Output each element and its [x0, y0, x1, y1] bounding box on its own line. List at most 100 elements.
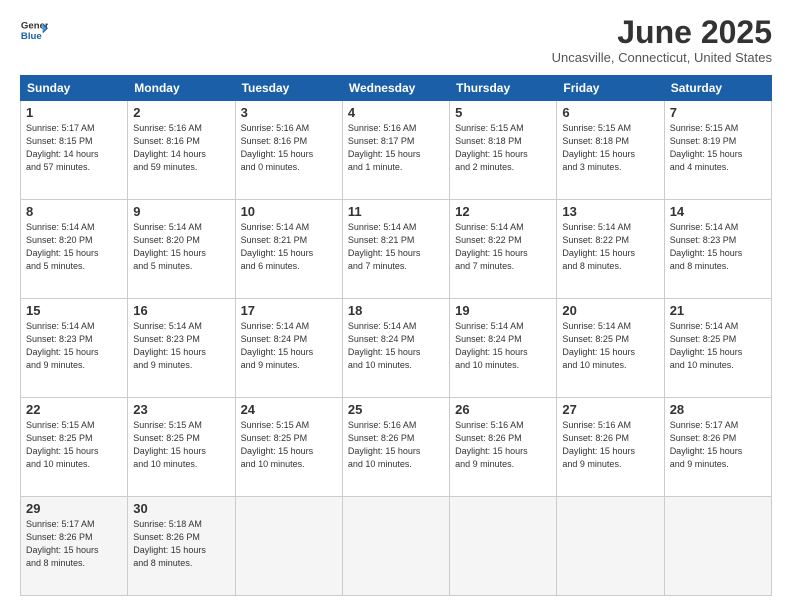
col-tuesday: Tuesday — [235, 76, 342, 101]
day-number: 9 — [133, 204, 229, 219]
table-row: 30 Sunrise: 5:18 AMSunset: 8:26 PMDayligh… — [128, 497, 235, 596]
calendar-week-5: 29 Sunrise: 5:17 AMSunset: 8:26 PMDayligh… — [21, 497, 772, 596]
location-title: Uncasville, Connecticut, United States — [552, 50, 772, 65]
col-monday: Monday — [128, 76, 235, 101]
day-info: Sunrise: 5:14 AMSunset: 8:23 PMDaylight:… — [670, 222, 743, 271]
table-row: 6 Sunrise: 5:15 AMSunset: 8:18 PMDaylight… — [557, 101, 664, 200]
table-row: 26Sunrise: 5:16 AMSunset: 8:26 PMDayligh… — [450, 398, 557, 497]
table-row: 19Sunrise: 5:14 AMSunset: 8:24 PMDayligh… — [450, 299, 557, 398]
table-row — [450, 497, 557, 596]
day-info: Sunrise: 5:15 AMSunset: 8:18 PMDaylight:… — [455, 123, 528, 172]
table-row: 27 Sunrise: 5:16 AMSunset: 8:26 PMDayligh… — [557, 398, 664, 497]
day-number: 3 — [241, 105, 337, 120]
day-info: Sunrise: 5:14 AMSunset: 8:24 PMDaylight:… — [241, 321, 314, 370]
calendar-week-1: 1 Sunrise: 5:17 AMSunset: 8:15 PMDaylight… — [21, 101, 772, 200]
table-row: 24 Sunrise: 5:15 AMSunset: 8:25 PMDayligh… — [235, 398, 342, 497]
day-info: Sunrise: 5:16 AMSunset: 8:26 PMDaylight:… — [562, 420, 635, 469]
table-row: 11Sunrise: 5:14 AMSunset: 8:21 PMDayligh… — [342, 200, 449, 299]
day-info: Sunrise: 5:15 AMSunset: 8:18 PMDaylight:… — [562, 123, 635, 172]
day-info: Sunrise: 5:16 AMSunset: 8:17 PMDaylight:… — [348, 123, 421, 172]
day-number: 18 — [348, 303, 444, 318]
day-info: Sunrise: 5:14 AMSunset: 8:25 PMDaylight:… — [670, 321, 743, 370]
day-number: 8 — [26, 204, 122, 219]
calendar-week-2: 8 Sunrise: 5:14 AMSunset: 8:20 PMDaylight… — [21, 200, 772, 299]
table-row: 5 Sunrise: 5:15 AMSunset: 8:18 PMDaylight… — [450, 101, 557, 200]
table-row: 16 Sunrise: 5:14 AMSunset: 8:23 PMDayligh… — [128, 299, 235, 398]
day-number: 26 — [455, 402, 551, 417]
day-number: 17 — [241, 303, 337, 318]
calendar-header-row: Sunday Monday Tuesday Wednesday Thursday… — [21, 76, 772, 101]
table-row: 3 Sunrise: 5:16 AMSunset: 8:16 PMDaylight… — [235, 101, 342, 200]
table-row: 28 Sunrise: 5:17 AMSunset: 8:26 PMDayligh… — [664, 398, 771, 497]
calendar-table: Sunday Monday Tuesday Wednesday Thursday… — [20, 75, 772, 596]
table-row — [557, 497, 664, 596]
table-row: 22 Sunrise: 5:15 AMSunset: 8:25 PMDayligh… — [21, 398, 128, 497]
table-row — [342, 497, 449, 596]
day-info: Sunrise: 5:17 AMSunset: 8:26 PMDaylight:… — [670, 420, 743, 469]
day-info: Sunrise: 5:14 AMSunset: 8:21 PMDaylight:… — [241, 222, 314, 271]
day-info: Sunrise: 5:14 AMSunset: 8:20 PMDaylight:… — [133, 222, 206, 271]
day-number: 21 — [670, 303, 766, 318]
day-info: Sunrise: 5:16 AMSunset: 8:16 PMDaylight:… — [241, 123, 314, 172]
day-info: Sunrise: 5:14 AMSunset: 8:22 PMDaylight:… — [562, 222, 635, 271]
day-number: 4 — [348, 105, 444, 120]
day-number: 15 — [26, 303, 122, 318]
table-row: 25 Sunrise: 5:16 AMSunset: 8:26 PMDayligh… — [342, 398, 449, 497]
table-row: 14 Sunrise: 5:14 AMSunset: 8:23 PMDayligh… — [664, 200, 771, 299]
day-info: Sunrise: 5:16 AMSunset: 8:26 PMDaylight:… — [348, 420, 421, 469]
day-number: 6 — [562, 105, 658, 120]
col-wednesday: Wednesday — [342, 76, 449, 101]
day-info: Sunrise: 5:14 AMSunset: 8:23 PMDaylight:… — [26, 321, 99, 370]
day-number: 27 — [562, 402, 658, 417]
day-number: 16 — [133, 303, 229, 318]
day-info: Sunrise: 5:14 AMSunset: 8:21 PMDaylight:… — [348, 222, 421, 271]
day-number: 30 — [133, 501, 229, 516]
day-number: 28 — [670, 402, 766, 417]
day-info: Sunrise: 5:14 AMSunset: 8:25 PMDaylight:… — [562, 321, 635, 370]
day-info: Sunrise: 5:14 AMSunset: 8:22 PMDaylight:… — [455, 222, 528, 271]
table-row: 18Sunrise: 5:14 AMSunset: 8:24 PMDayligh… — [342, 299, 449, 398]
day-info: Sunrise: 5:14 AMSunset: 8:24 PMDaylight:… — [455, 321, 528, 370]
day-number: 25 — [348, 402, 444, 417]
col-friday: Friday — [557, 76, 664, 101]
day-number: 22 — [26, 402, 122, 417]
day-info: Sunrise: 5:17 AMSunset: 8:26 PMDaylight:… — [26, 519, 99, 568]
table-row — [235, 497, 342, 596]
table-row: 29 Sunrise: 5:17 AMSunset: 8:26 PMDayligh… — [21, 497, 128, 596]
table-row: 7Sunrise: 5:15 AMSunset: 8:19 PMDaylight… — [664, 101, 771, 200]
col-saturday: Saturday — [664, 76, 771, 101]
day-info: Sunrise: 5:15 AMSunset: 8:25 PMDaylight:… — [133, 420, 206, 469]
col-sunday: Sunday — [21, 76, 128, 101]
day-number: 24 — [241, 402, 337, 417]
table-row: 23 Sunrise: 5:15 AMSunset: 8:25 PMDayligh… — [128, 398, 235, 497]
table-row: 15 Sunrise: 5:14 AMSunset: 8:23 PMDayligh… — [21, 299, 128, 398]
day-number: 1 — [26, 105, 122, 120]
day-info: Sunrise: 5:14 AMSunset: 8:23 PMDaylight:… — [133, 321, 206, 370]
day-info: Sunrise: 5:15 AMSunset: 8:25 PMDaylight:… — [26, 420, 99, 469]
table-row: 2Sunrise: 5:16 AMSunset: 8:16 PMDaylight… — [128, 101, 235, 200]
day-number: 2 — [133, 105, 229, 120]
svg-text:Blue: Blue — [21, 31, 42, 42]
day-number: 29 — [26, 501, 122, 516]
day-number: 23 — [133, 402, 229, 417]
day-number: 12 — [455, 204, 551, 219]
month-title: June 2025 — [552, 16, 772, 48]
day-info: Sunrise: 5:15 AMSunset: 8:25 PMDaylight:… — [241, 420, 314, 469]
table-row: 17 Sunrise: 5:14 AMSunset: 8:24 PMDayligh… — [235, 299, 342, 398]
table-row: 12 Sunrise: 5:14 AMSunset: 8:22 PMDayligh… — [450, 200, 557, 299]
day-number: 13 — [562, 204, 658, 219]
day-number: 20 — [562, 303, 658, 318]
table-row: 21 Sunrise: 5:14 AMSunset: 8:25 PMDayligh… — [664, 299, 771, 398]
header: General Blue June 2025 Uncasville, Conne… — [20, 16, 772, 65]
day-number: 10 — [241, 204, 337, 219]
day-info: Sunrise: 5:18 AMSunset: 8:26 PMDaylight:… — [133, 519, 206, 568]
day-number: 14 — [670, 204, 766, 219]
day-number: 7 — [670, 105, 766, 120]
logo: General Blue — [20, 16, 48, 44]
page: General Blue June 2025 Uncasville, Conne… — [0, 0, 792, 612]
table-row: 9 Sunrise: 5:14 AMSunset: 8:20 PMDaylight… — [128, 200, 235, 299]
day-info: Sunrise: 5:17 AMSunset: 8:15 PMDaylight:… — [26, 123, 99, 172]
table-row: 4 Sunrise: 5:16 AMSunset: 8:17 PMDaylight… — [342, 101, 449, 200]
logo-icon: General Blue — [20, 16, 48, 44]
day-number: 5 — [455, 105, 551, 120]
